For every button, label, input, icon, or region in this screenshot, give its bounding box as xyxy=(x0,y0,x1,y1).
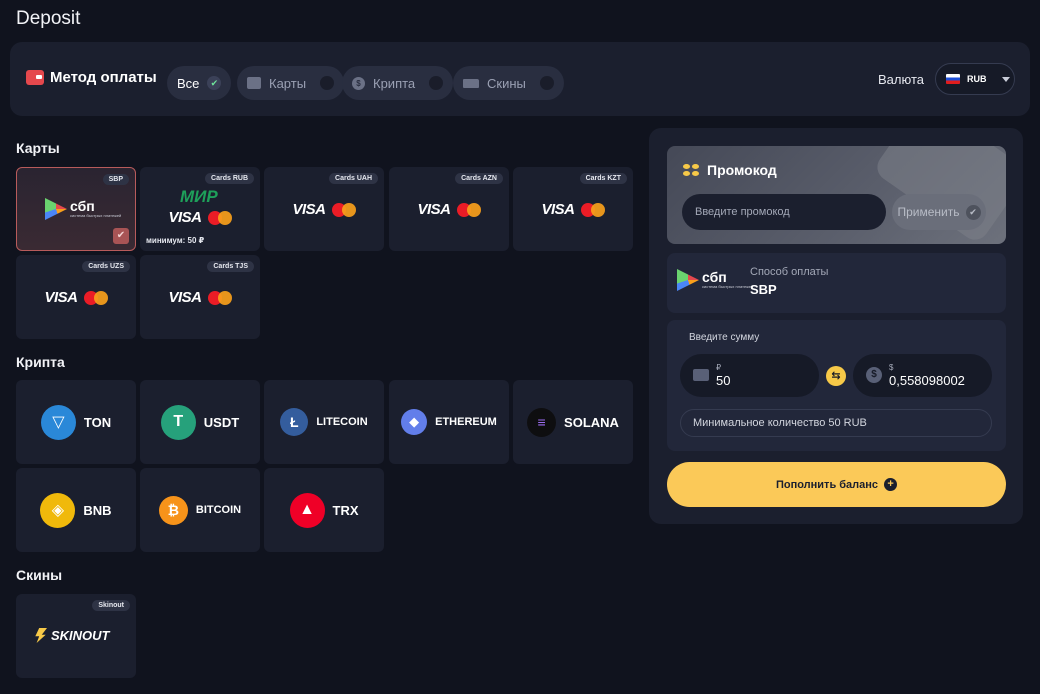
card-badge: Cards KZT xyxy=(579,173,627,184)
currency-select[interactable]: RUB xyxy=(935,63,1015,95)
filter-chip-cards[interactable]: Карты xyxy=(237,66,345,100)
gun-icon xyxy=(463,78,479,88)
amount-box: Введите сумму ₽ 50 ⇆ $ $ 0,558098002 Мин… xyxy=(667,320,1006,451)
card-badge: Cards AZN xyxy=(455,173,503,184)
visa-logo: VISA xyxy=(168,289,202,306)
minimum-amount: минимум: 50 ₽ xyxy=(146,236,205,245)
crypto-card-litecoin[interactable]: Ł LITECOIN xyxy=(264,380,384,464)
section-title-crypto: Крипта xyxy=(16,354,65,370)
ton-icon: ▽ xyxy=(40,404,76,440)
card-badge: SBP xyxy=(102,174,129,185)
radio-dot xyxy=(320,76,335,90)
crypto-card-bnb[interactable]: ◈ BNB xyxy=(16,468,136,552)
payment-card-rub[interactable]: Cards RUB МИР VISA минимум: 50 ₽ xyxy=(140,167,260,251)
promo-code-input[interactable] xyxy=(682,194,886,230)
promo-box: Промокод Применить ✔ xyxy=(667,146,1006,244)
crypto-card-trx[interactable]: ▲ TRX xyxy=(264,468,384,552)
bnb-icon: ◈ xyxy=(40,492,76,528)
russia-flag-icon xyxy=(946,74,960,84)
visa-logo: VISA xyxy=(292,201,326,218)
card-badge: Cards UZS xyxy=(82,261,130,272)
promo-icon xyxy=(683,164,699,176)
deposit-panel: Промокод Применить ✔ сбп система быстрых… xyxy=(649,128,1023,524)
filter-chip-skins[interactable]: Скины xyxy=(453,66,564,100)
radio-dot xyxy=(429,76,444,90)
crypto-card-solana[interactable]: ≡ SOLANA xyxy=(513,380,633,464)
sbp-logo-icon xyxy=(677,269,699,291)
check-icon: ✔ xyxy=(207,76,222,90)
visa-logo: VISA xyxy=(541,201,575,218)
ethereum-icon: ◆ xyxy=(401,409,428,435)
payment-card-kzt[interactable]: Cards KZT VISA xyxy=(513,167,633,251)
payment-card-azn[interactable]: Cards AZN VISA xyxy=(389,167,509,251)
swap-icon[interactable]: ⇆ xyxy=(826,366,846,386)
mastercard-icon xyxy=(83,290,108,305)
top-up-balance-button[interactable]: Пополнить баланс + xyxy=(667,462,1006,507)
crypto-card-bitcoin[interactable]: ₿ BITCOIN xyxy=(140,468,260,552)
sbp-logo: сбп система быстрых платежей xyxy=(677,269,753,291)
check-icon: ✔ xyxy=(965,204,981,220)
page-title: Deposit xyxy=(16,8,81,29)
filter-chip-all[interactable]: Все ✔ xyxy=(167,66,232,100)
bitcoin-icon: ₿ xyxy=(158,495,188,525)
currency-label: Валюта xyxy=(878,72,924,87)
crypto-card-usdt[interactable]: T USDT xyxy=(140,380,260,464)
amount-label: Введите сумму xyxy=(689,332,760,343)
sbp-logo-icon xyxy=(45,198,67,220)
coin-icon: $ xyxy=(352,76,365,90)
dollar-coin-icon: $ xyxy=(866,367,882,383)
rub-amount-input[interactable]: ₽ 50 xyxy=(680,354,819,397)
card-badge: Skinout xyxy=(92,600,130,611)
promo-apply-button[interactable]: Применить ✔ xyxy=(892,194,986,230)
plus-icon: + xyxy=(884,478,898,491)
solana-icon: ≡ xyxy=(527,407,557,437)
visa-logo: VISA xyxy=(168,209,202,226)
payment-method-filter: Метод оплаты Все ✔ Карты $ Крипта Скины … xyxy=(10,42,1030,116)
chevron-down-icon xyxy=(1001,76,1010,82)
minimum-amount-note: Минимальное количество 50 RUB xyxy=(680,409,992,437)
mastercard-icon xyxy=(331,202,356,217)
card-badge: Cards TJS xyxy=(207,261,254,272)
payment-card-sbp[interactable]: SBP сбп система быстрых платежей ✔ xyxy=(16,167,136,251)
litecoin-icon: Ł xyxy=(280,408,309,436)
wallet-icon xyxy=(26,70,44,85)
payment-card-uah[interactable]: Cards UAH VISA xyxy=(264,167,384,251)
mastercard-icon xyxy=(580,202,605,217)
payment-method-caption: Способ оплаты xyxy=(750,266,829,278)
crypto-card-ethereum[interactable]: ◆ ETHEREUM xyxy=(389,380,509,464)
selected-check-icon: ✔ xyxy=(113,228,129,244)
card-icon xyxy=(247,77,261,89)
section-title-cards: Карты xyxy=(16,140,60,156)
promo-title: Промокод xyxy=(707,162,777,178)
mastercard-icon xyxy=(207,210,232,225)
payment-card-tjs[interactable]: Cards TJS VISA xyxy=(140,255,260,339)
usd-amount-input[interactable]: $ $ 0,558098002 xyxy=(853,354,992,397)
card-badge: Cards RUB xyxy=(205,173,254,184)
tron-icon: ▲ xyxy=(289,492,325,528)
visa-logo: VISA xyxy=(44,289,78,306)
skin-card-skinout[interactable]: Skinout SKINOUT xyxy=(16,594,136,678)
section-title-skins: Скины xyxy=(16,567,63,583)
payment-method-label: Метод оплаты xyxy=(26,69,157,86)
selected-payment-method: сбп система быстрых платежей Способ опла… xyxy=(667,253,1006,313)
card-badge: Cards UAH xyxy=(329,173,378,184)
mastercard-icon xyxy=(207,290,232,305)
payment-method-name: SBP xyxy=(750,282,777,297)
bolt-icon xyxy=(35,628,47,643)
skinout-logo: SKINOUT xyxy=(34,628,110,643)
mastercard-icon xyxy=(456,202,481,217)
payment-card-uzs[interactable]: Cards UZS VISA xyxy=(16,255,136,339)
crypto-card-ton[interactable]: ▽ TON xyxy=(16,380,136,464)
wallet-icon xyxy=(693,369,709,381)
visa-logo: VISA xyxy=(417,201,451,218)
mir-logo: МИР xyxy=(180,187,218,206)
filter-chip-crypto[interactable]: $ Крипта xyxy=(342,66,454,100)
sbp-logo: сбп система быстрых платежей xyxy=(45,198,121,220)
usdt-icon: T xyxy=(160,404,196,440)
radio-dot xyxy=(539,76,554,90)
